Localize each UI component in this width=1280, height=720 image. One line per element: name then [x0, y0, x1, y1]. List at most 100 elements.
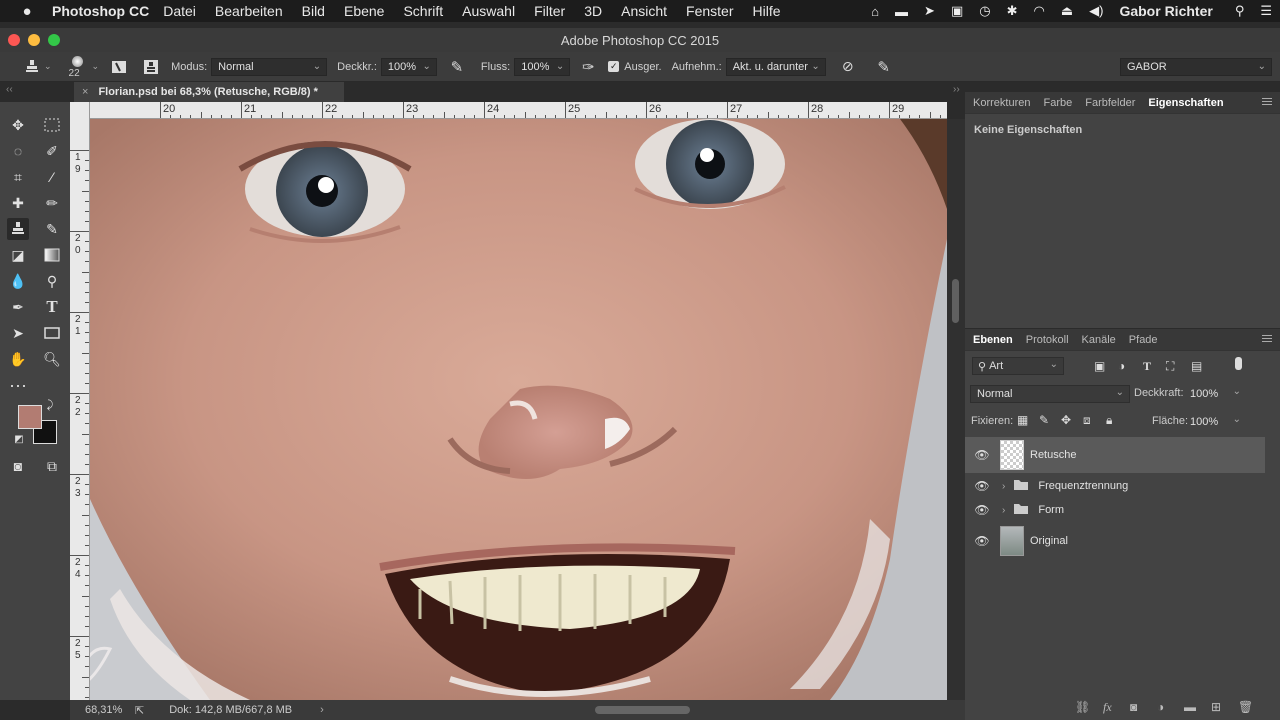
menu-auswahl[interactable]: Auswahl	[462, 3, 515, 19]
expand-group-chevron-icon[interactable]: ›	[1002, 505, 1005, 516]
drive-status-icon[interactable]: ▬	[895, 4, 908, 19]
lock-transparency-icon[interactable]: ▦	[1017, 413, 1028, 427]
tab-pfade[interactable]: Pfade	[1129, 334, 1158, 346]
lock-artboard-icon[interactable]: ⧈	[1083, 413, 1091, 428]
fill-input[interactable]: 100% ⌄	[1186, 413, 1246, 431]
tab-ebenen[interactable]: Ebenen	[973, 334, 1013, 346]
blur-tool-icon[interactable]: 💧	[7, 270, 29, 292]
gradient-tool-icon[interactable]	[41, 244, 63, 266]
new-group-icon[interactable]: ▬	[1184, 700, 1196, 714]
menu-filter[interactable]: Filter	[534, 3, 565, 19]
crop-tool-icon[interactable]: ⌗	[7, 166, 29, 188]
flow-input[interactable]: 100% ⌄	[514, 57, 571, 76]
tab-kanaele[interactable]: Kanäle	[1082, 334, 1116, 346]
brush-preset-picker[interactable]: 22	[66, 54, 92, 80]
time-machine-icon[interactable]: ◷	[979, 3, 990, 19]
filter-type-icon[interactable]: T	[1143, 359, 1151, 374]
layer-filter-select[interactable]: ⚲ Art ⌄	[972, 357, 1064, 375]
spotlight-icon[interactable]: ⚲	[1235, 3, 1245, 19]
sample-select[interactable]: Akt. u. darunter ⌄	[725, 57, 826, 76]
filter-pixel-icon[interactable]: ▣	[1094, 359, 1105, 373]
vertical-scrollbar[interactable]	[947, 119, 965, 700]
home-status-icon[interactable]: ⌂	[871, 4, 879, 19]
collapse-toolbar-icon[interactable]: ‹‹	[6, 84, 13, 95]
clone-stamp-tool-icon[interactable]	[7, 218, 29, 240]
layer-row-retusche[interactable]: 👁︎ Retusche	[965, 437, 1265, 473]
rectangle-tool-icon[interactable]	[41, 322, 63, 344]
layer-name[interactable]: Retusche	[1030, 449, 1076, 461]
forward-status-icon[interactable]: ➤	[924, 3, 935, 19]
vertical-scroll-thumb[interactable]	[952, 279, 959, 323]
link-layers-icon[interactable]: ⛓	[1075, 700, 1090, 714]
maximize-window-button[interactable]	[48, 34, 60, 46]
filter-adjustment-icon[interactable]: ◑	[1118, 359, 1125, 373]
brush-picker-chevron-icon[interactable]: ⌄	[92, 61, 100, 72]
eye-icon[interactable]: 👁︎	[974, 503, 990, 517]
more-tools-icon[interactable]: ···	[7, 374, 29, 396]
bluetooth-icon[interactable]: ✱	[1007, 3, 1018, 19]
horizontal-ruler[interactable]: 20 21 22 23 24 25 26 27 28 29	[90, 102, 947, 119]
tab-farbfelder[interactable]: Farbfelder	[1085, 97, 1135, 109]
expand-panels-icon[interactable]: ››	[953, 84, 960, 95]
swap-colors-icon[interactable]: ⤸	[43, 398, 57, 412]
menu-3d[interactable]: 3D	[584, 3, 602, 19]
filter-toggle-switch[interactable]	[1235, 357, 1242, 370]
clone-stamp-tool-icon[interactable]	[22, 59, 42, 75]
close-tab-icon[interactable]: ×	[82, 86, 88, 98]
filter-smart-object-icon[interactable]: ▤	[1191, 359, 1202, 373]
aligned-checkbox[interactable]: ✓	[608, 61, 620, 72]
eye-icon[interactable]: 👁︎	[974, 534, 990, 548]
ignore-adjustment-layers-icon[interactable]: ⊘	[838, 58, 858, 75]
type-tool-icon[interactable]: T	[41, 296, 63, 318]
dodge-tool-icon[interactable]: ⚲	[41, 270, 63, 292]
layer-row-original[interactable]: 👁︎ Original	[965, 523, 1265, 559]
layer-name[interactable]: Form	[1038, 504, 1064, 516]
menu-ebene[interactable]: Ebene	[344, 3, 384, 19]
marquee-tool-icon[interactable]	[41, 114, 63, 136]
tool-preset-chevron-icon[interactable]: ⌄	[44, 61, 52, 72]
default-colors-icon[interactable]: ◩	[12, 432, 26, 446]
apple-icon[interactable]: ●	[12, 3, 42, 20]
delete-layer-icon[interactable]: 🗑︎	[1238, 700, 1253, 714]
layer-style-icon[interactable]: fx	[1103, 700, 1112, 715]
pen-tool-icon[interactable]: ✒	[7, 296, 29, 318]
panel-menu-icon[interactable]	[1262, 335, 1272, 344]
notification-center-icon[interactable]: ☰	[1260, 3, 1272, 19]
tab-korrekturen[interactable]: Korrekturen	[973, 97, 1030, 109]
eyedropper-tool-icon[interactable]: ⁄	[41, 166, 63, 188]
eraser-tool-icon[interactable]: ◪	[7, 244, 29, 266]
mode-select[interactable]: Normal ⌄	[211, 57, 328, 76]
quick-mask-icon[interactable]: ◙	[7, 455, 29, 477]
lock-pixels-icon[interactable]: ✎	[1039, 413, 1049, 427]
filter-shape-icon[interactable]: ⛶	[1166, 359, 1174, 374]
tab-eigenschaften[interactable]: Eigenschaften	[1148, 97, 1223, 109]
share-icon[interactable]: ⇱	[135, 704, 144, 717]
brush-tool-icon[interactable]: ✏	[41, 192, 63, 214]
menu-schrift[interactable]: Schrift	[403, 3, 443, 19]
add-mask-icon[interactable]: ◙	[1130, 700, 1137, 714]
opacity-input[interactable]: 100% ⌄	[380, 57, 437, 76]
history-brush-tool-icon[interactable]: ✎	[41, 218, 63, 240]
move-tool-icon[interactable]: ✥	[7, 114, 29, 136]
horizontal-scroll-thumb[interactable]	[595, 706, 690, 714]
tab-farbe[interactable]: Farbe	[1043, 97, 1072, 109]
pressure-opacity-icon[interactable]: ✎	[447, 58, 467, 76]
clone-source-panel-icon[interactable]	[141, 59, 161, 75]
menu-bearbeiten[interactable]: Bearbeiten	[215, 3, 283, 19]
expand-group-chevron-icon[interactable]: ›	[1002, 481, 1005, 492]
workspace-select[interactable]: GABOR ⌄	[1120, 58, 1272, 76]
eject-icon[interactable]: ⏏	[1061, 3, 1073, 19]
panel-menu-icon[interactable]	[1262, 98, 1272, 107]
eye-icon[interactable]: 👁︎	[974, 448, 990, 462]
menu-ansicht[interactable]: Ansicht	[621, 3, 667, 19]
lock-position-icon[interactable]: ✥	[1061, 413, 1071, 427]
menu-datei[interactable]: Datei	[163, 3, 196, 19]
menu-fenster[interactable]: Fenster	[686, 3, 733, 19]
tab-protokoll[interactable]: Protokoll	[1026, 334, 1069, 346]
document-canvas[interactable]	[90, 119, 947, 700]
app-menu[interactable]: Photoshop CC	[52, 3, 149, 19]
vertical-ruler[interactable]: 19 20 21 22 23 24 25	[70, 102, 90, 700]
zoom-tool-icon[interactable]: 🔍︎	[41, 348, 63, 370]
layer-opacity-input[interactable]: 100% ⌄	[1186, 385, 1246, 403]
wifi-icon[interactable]: ◠	[1033, 3, 1044, 19]
